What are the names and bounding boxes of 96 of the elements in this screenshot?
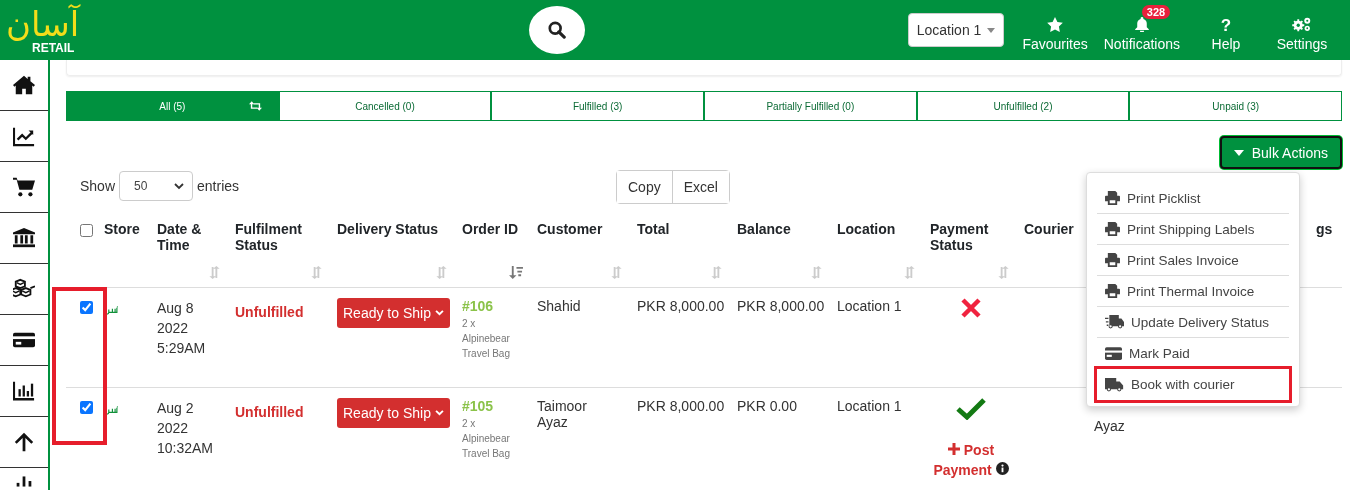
sort-icon	[610, 265, 623, 279]
card-icon	[1105, 346, 1122, 360]
cross-icon	[961, 297, 981, 318]
sort-descending-icon	[509, 265, 523, 279]
nav-item[interactable]: Settings	[1264, 5, 1340, 53]
delivery-status-button[interactable]: Ready to Ship	[337, 297, 450, 328]
up-arrow-icon	[13, 431, 35, 453]
total-amount: PKR 8,000.00	[637, 397, 725, 414]
courier-text: Ayaz	[1094, 417, 1126, 434]
column-header[interactable]: Balance	[737, 221, 825, 237]
order-items: 2 x Alpinebear Travel Bag	[462, 316, 511, 361]
bank-icon	[13, 227, 35, 249]
nav-item[interactable]: Notifications 328	[1095, 5, 1188, 53]
cubes-icon	[13, 278, 35, 300]
column-header[interactable]: Courier	[1024, 221, 1082, 237]
line-chart-icon	[13, 125, 35, 147]
balance-amount: PKR 0.00	[737, 397, 797, 414]
notification-badge[interactable]: 328	[1141, 5, 1171, 19]
logo-word: RETAIL	[32, 42, 75, 54]
gears-icon	[1292, 17, 1312, 32]
date-text: 10:32AM	[157, 438, 215, 458]
column-header[interactable]: Fulfilment Status	[235, 221, 325, 253]
sort-icon	[997, 265, 1010, 279]
column-header[interactable]: Customer	[537, 221, 625, 237]
date-text: Aug 2	[157, 398, 195, 418]
printer-icon	[1105, 253, 1120, 267]
nav-item[interactable]: ? Help	[1188, 5, 1264, 53]
location-text: Location 1	[837, 297, 902, 314]
export-button[interactable]: Excel	[671, 171, 729, 203]
printer-icon	[1105, 191, 1120, 205]
column-header[interactable]: gs	[1316, 221, 1340, 237]
column-header[interactable]: Delivery Status	[337, 221, 450, 237]
store-logo-icon	[104, 305, 119, 315]
search-icon	[548, 21, 566, 39]
row-checkbox[interactable]	[80, 300, 93, 314]
select-all-checkbox[interactable]	[80, 224, 93, 237]
column-header[interactable]: Store	[104, 221, 145, 237]
column-header[interactable]: Location	[837, 221, 918, 237]
fulfilment-status: Unfulfilled	[235, 403, 304, 420]
check-icon	[956, 397, 986, 420]
nav-label: Help	[1211, 36, 1241, 52]
location-select[interactable]: Location 1	[907, 13, 1005, 47]
sort-icon	[710, 265, 723, 279]
info-icon	[995, 461, 1009, 475]
sort-icon	[208, 265, 221, 279]
column-header[interactable]: Payment Status	[930, 221, 1012, 253]
nav-item[interactable]: Favourites	[1014, 5, 1096, 53]
post-payment-link[interactable]: Post Payment	[931, 439, 1011, 480]
row-checkbox[interactable]	[80, 400, 93, 414]
date-text: 2022	[157, 418, 190, 438]
customer-name: Taimoor Ayaz	[537, 397, 588, 430]
bell-icon	[1134, 17, 1149, 32]
search-button[interactable]	[529, 6, 585, 54]
entries-select[interactable]: 50	[119, 171, 194, 201]
sort-icon	[810, 265, 823, 279]
location-text: Location 1	[837, 397, 902, 414]
caret-icon	[987, 27, 996, 33]
nav-label: Settings	[1276, 36, 1328, 52]
fast-truck-icon	[1105, 315, 1124, 329]
date-text: Aug 8	[157, 298, 195, 318]
cart-icon	[13, 176, 35, 198]
caret-icon	[1233, 149, 1244, 156]
help-icon: ?	[1220, 17, 1232, 34]
column-header[interactable]: Date & Time	[157, 221, 223, 253]
filter-tab[interactable]: All (5)	[67, 92, 278, 120]
fulfilment-status: Unfulfilled	[235, 303, 304, 320]
bulk-actions-button[interactable]: Bulk Actions	[1219, 136, 1342, 169]
order-items: 2 x Alpinebear Travel Bag	[462, 416, 511, 461]
customer-name: Shahid	[537, 297, 582, 314]
total-amount: PKR 8,000.00	[637, 297, 725, 314]
sort-icon	[903, 265, 916, 279]
truck-icon	[1105, 377, 1124, 392]
store-logo-icon	[104, 405, 119, 415]
delivery-status-button[interactable]: Ready to Ship	[337, 397, 450, 428]
date-text: 2022	[157, 318, 190, 338]
sort-icon	[435, 265, 448, 279]
menu-item[interactable]: Book with courier	[1097, 369, 1289, 400]
column-header[interactable]: Total	[637, 221, 725, 237]
nav-label: Favourites	[1022, 36, 1088, 52]
printer-icon	[1105, 284, 1120, 298]
entries-label: entries	[197, 178, 240, 194]
nav-label: Notifications	[1103, 36, 1180, 52]
printer-icon	[1105, 222, 1120, 236]
chevron-down-icon	[434, 409, 444, 416]
column-header[interactable]: Order ID	[462, 221, 525, 237]
home-icon	[13, 74, 35, 96]
plus-icon	[947, 442, 960, 455]
chevron-down-icon	[434, 309, 444, 316]
bar-chart-icon	[13, 380, 35, 402]
star-icon	[1047, 17, 1064, 32]
date-text: 5:29AM	[157, 338, 207, 358]
show-label: Show	[80, 178, 116, 194]
chevron-down-icon	[174, 182, 185, 190]
logo-script: آسان	[6, 6, 80, 42]
balance-amount: PKR 8,000.00	[737, 297, 825, 314]
sort-icon	[310, 265, 323, 279]
